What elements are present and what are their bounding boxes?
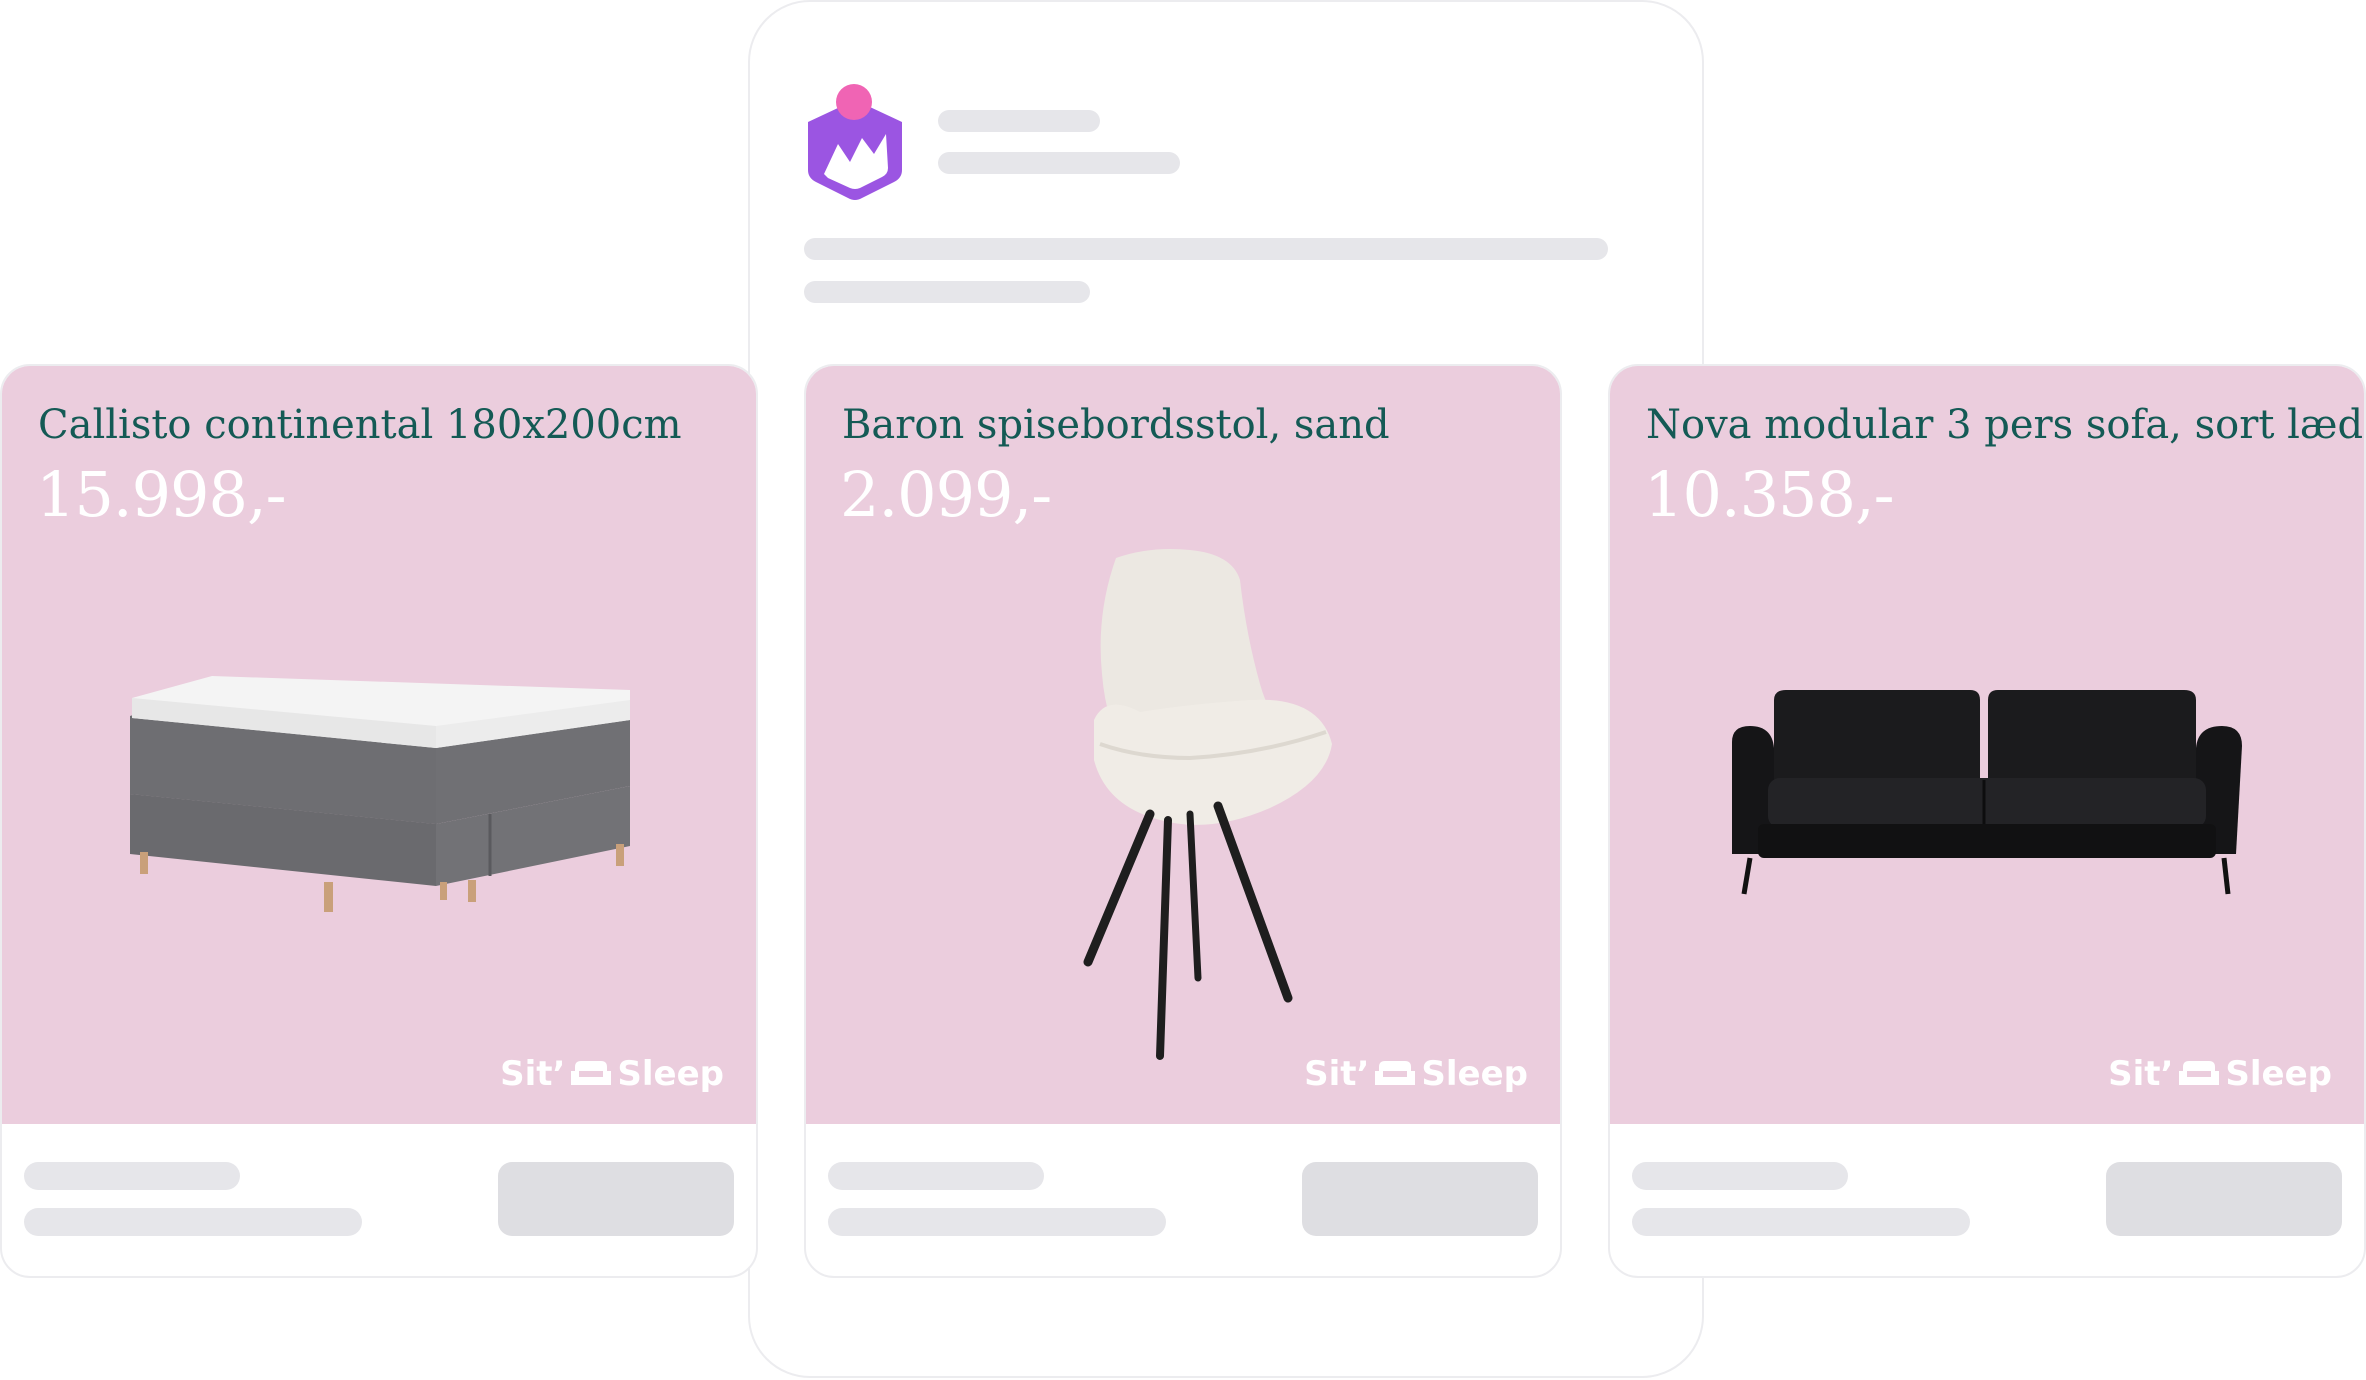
body-skeleton-line-1 [804,238,1608,260]
product-card-sofa[interactable]: Nova modular 3 pers sofa, sort læder 10.… [1608,364,2366,1278]
header-skeleton-line-2 [938,152,1180,174]
product-title: Callisto continental 180x200cm [38,402,682,448]
footer-skeleton-button[interactable] [2106,1162,2342,1236]
chair-image [1083,549,1332,1060]
sofa-icon [571,1061,612,1085]
bed-image [130,676,630,912]
footer-skeleton-line-2 [24,1208,362,1236]
product-title: Baron spisebordsstol, sand [842,402,1390,448]
brand-name-part2: Sleep [1421,1054,1528,1094]
brand-name-part1: Sit’ [2108,1054,2174,1094]
footer-skeleton-line-1 [24,1162,240,1190]
footer-skeleton-line-1 [1632,1162,1848,1190]
footer-skeleton-line-2 [828,1208,1166,1236]
sofa-icon [1375,1061,1416,1085]
brand-name-part2: Sleep [617,1054,724,1094]
brand-logo: Sit’ Sleep [1304,1054,1528,1094]
brand-logo: Sit’ Sleep [2108,1054,2332,1094]
product-media: Baron spisebordsstol, sand 2.099,- Sit’ … [806,366,1560,1124]
brand-logo: Sit’ Sleep [500,1054,724,1094]
product-price: 15.998,- [36,458,287,531]
product-price: 10.358,- [1644,458,1895,531]
sofa-icon [2179,1061,2220,1085]
sofa-image [1732,690,2242,895]
footer-skeleton-button[interactable] [1302,1162,1538,1236]
footer-skeleton-line-2 [1632,1208,1970,1236]
product-title: Nova modular 3 pers sofa, sort læder [1646,402,2366,448]
body-skeleton-line-2 [804,281,1090,303]
product-media: Nova modular 3 pers sofa, sort læder 10.… [1610,366,2364,1124]
header-skeleton-line-1 [938,110,1100,132]
product-card-bed[interactable]: Callisto continental 180x200cm 15.998,- … [0,364,758,1278]
product-price: 2.099,- [840,458,1052,531]
product-card-chair[interactable]: Baron spisebordsstol, sand 2.099,- Sit’ … [804,364,1562,1278]
footer-skeleton-line-1 [828,1162,1044,1190]
brand-name-part1: Sit’ [500,1054,566,1094]
brand-name-part1: Sit’ [1304,1054,1370,1094]
product-media: Callisto continental 180x200cm 15.998,- … [2,366,756,1124]
app-logo-icon [808,84,902,200]
footer-skeleton-button[interactable] [498,1162,734,1236]
brand-name-part2: Sleep [2225,1054,2332,1094]
